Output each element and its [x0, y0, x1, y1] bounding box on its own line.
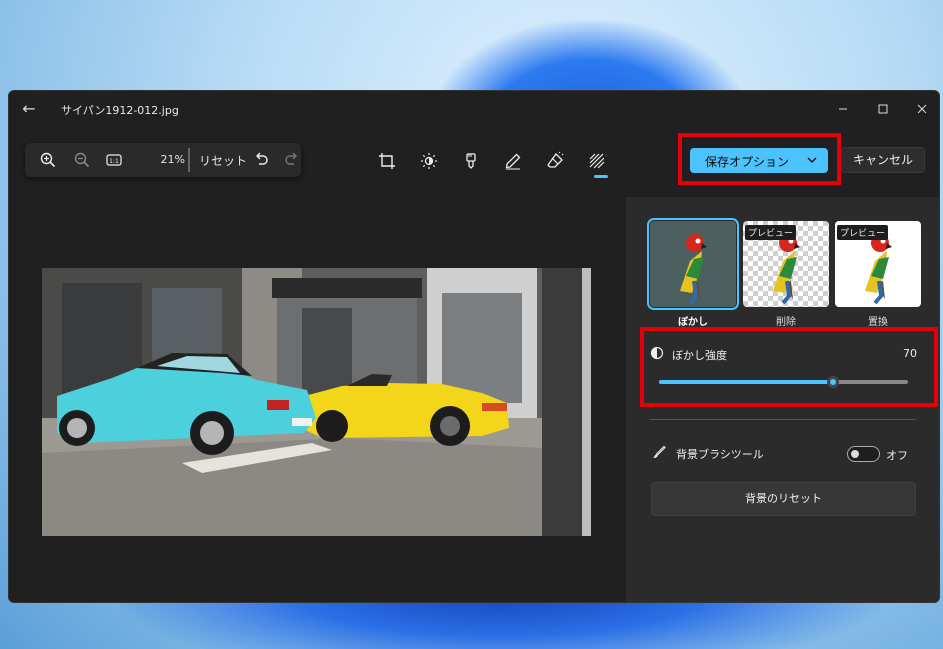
- save-options-button[interactable]: 保存オプション: [690, 148, 828, 173]
- mode-blur-label: ぼかし: [678, 317, 708, 328]
- close-icon[interactable]: [910, 99, 934, 119]
- back-arrow-icon[interactable]: ←: [19, 99, 39, 119]
- filter-icon[interactable]: [461, 151, 481, 171]
- blur-strength-icon: [650, 346, 664, 360]
- photos-editor-window: ← サイパン1912-012.jpg 1:1 21% リセット 保存オプション …: [8, 90, 940, 603]
- blur-strength-label: ぼかし強度: [672, 349, 727, 362]
- brush-icon: [653, 445, 666, 458]
- slider-fill: [659, 380, 834, 384]
- cancel-button[interactable]: キャンセル: [841, 147, 925, 173]
- preview-badge: プレビュー: [745, 225, 797, 240]
- background-icon[interactable]: [587, 151, 607, 171]
- mode-replace-label: 置換: [868, 317, 888, 328]
- preview-badge: プレビュー: [837, 225, 889, 240]
- chevron-down-icon: [807, 157, 817, 163]
- panel-divider: [650, 419, 916, 420]
- zoom-toolbar: 1:1 21% リセット: [25, 143, 301, 177]
- adjust-brightness-icon[interactable]: [419, 151, 439, 171]
- blur-highlight-box: [640, 327, 938, 407]
- actual-size-icon[interactable]: 1:1: [105, 151, 123, 169]
- minimize-icon[interactable]: [831, 99, 855, 119]
- mode-replace-thumbnail[interactable]: プレビュー: [835, 221, 921, 307]
- edit-tools: [377, 149, 617, 173]
- blur-strength-slider[interactable]: [659, 376, 908, 388]
- image-canvas: [9, 197, 623, 602]
- background-brush-toggle[interactable]: [847, 446, 880, 462]
- edited-photo[interactable]: [42, 268, 591, 536]
- zoom-out-icon[interactable]: [73, 151, 91, 169]
- reset-zoom-button[interactable]: リセット: [199, 152, 247, 169]
- toolbar-separator: [188, 148, 190, 172]
- title-bar: ← サイパン1912-012.jpg: [9, 91, 939, 127]
- active-tool-indicator: [594, 175, 608, 178]
- zoom-percentage: 21%: [160, 153, 185, 166]
- file-title: サイパン1912-012.jpg: [61, 104, 179, 117]
- toggle-knob: [851, 450, 859, 458]
- undo-icon[interactable]: [252, 151, 270, 169]
- photo-image: [42, 268, 591, 536]
- zoom-in-icon[interactable]: [39, 151, 57, 169]
- blur-strength-value: 70: [903, 347, 917, 360]
- svg-text:1:1: 1:1: [109, 158, 119, 165]
- background-panel: プレビュー プレビュー ぼかし 削除 置換 ぼかし強度 70 背景ブラシツール …: [626, 197, 939, 602]
- crop-icon[interactable]: [377, 151, 397, 171]
- maximize-icon[interactable]: [871, 99, 895, 119]
- mode-remove-thumbnail[interactable]: プレビュー: [743, 221, 829, 307]
- erase-icon[interactable]: [545, 151, 565, 171]
- mode-remove-label: 削除: [776, 317, 796, 328]
- background-brush-label: 背景ブラシツール: [676, 448, 764, 461]
- redo-icon[interactable]: [283, 151, 301, 169]
- mode-blur-thumbnail[interactable]: [647, 218, 739, 310]
- parrot-blur-image: [650, 221, 736, 307]
- save-options-label: 保存オプション: [705, 155, 790, 169]
- background-reset-button[interactable]: 背景のリセット: [651, 482, 916, 516]
- toggle-state-label: オフ: [886, 449, 908, 462]
- markup-pen-icon[interactable]: [503, 151, 523, 171]
